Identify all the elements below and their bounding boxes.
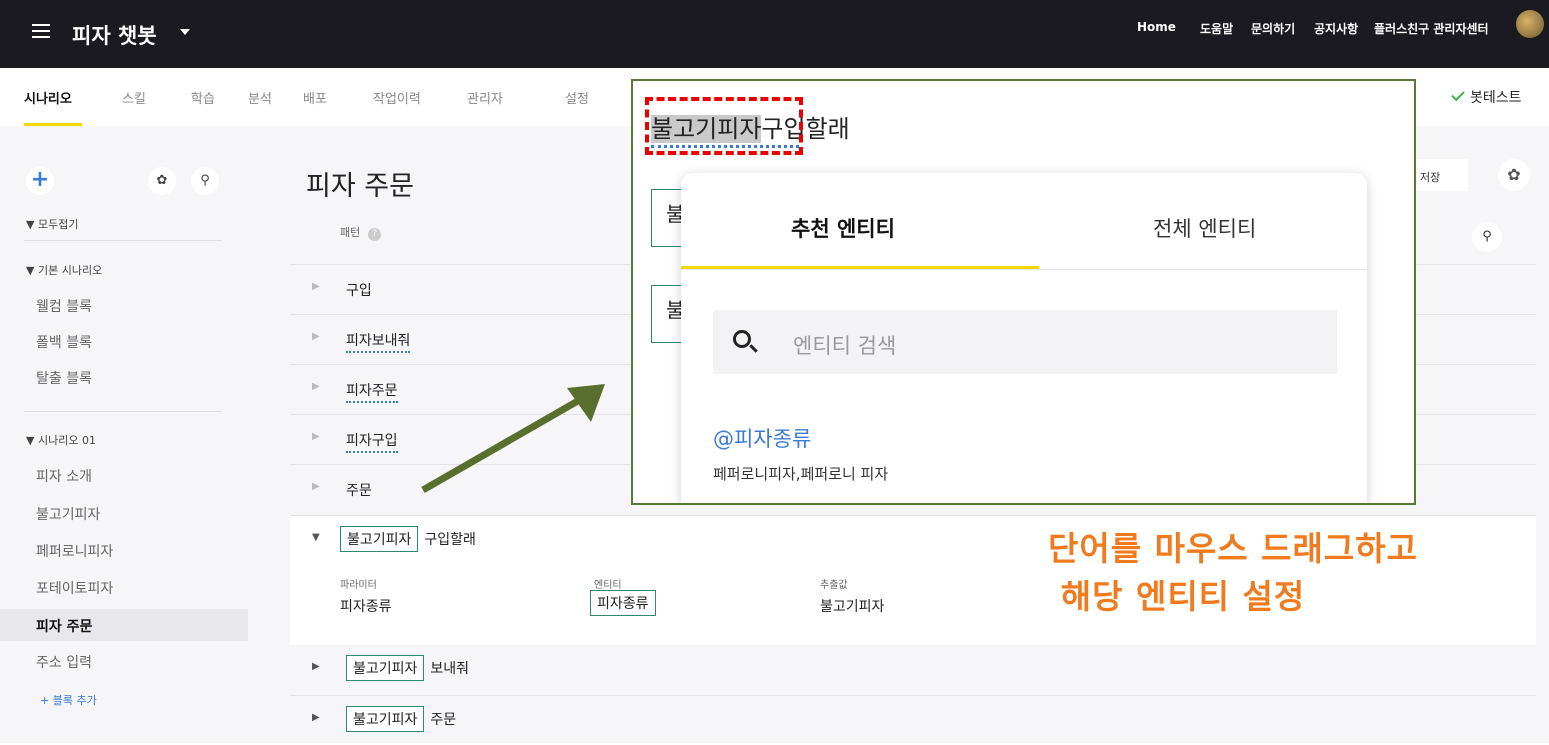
entity-tag[interactable]: 불고기피자 — [340, 526, 419, 552]
entity-header: 엔티티 — [594, 580, 622, 591]
chevron-right-icon[interactable]: ▶ — [312, 481, 320, 492]
sidebar-item-potato[interactable]: 포테이토피자 — [36, 578, 113, 598]
tab-analysis[interactable]: 분석 — [248, 88, 272, 107]
sidebar-item-pizza-order[interactable]: 피자 주문 — [36, 616, 92, 636]
search-icon[interactable]: ⚲ — [191, 167, 219, 195]
tab-deploy[interactable]: 배포 — [303, 88, 327, 107]
chevron-right-icon[interactable]: ▶ — [312, 431, 320, 442]
inquiry-link[interactable]: 문의하기 — [1251, 20, 1295, 37]
sidebar-item-bulgogi[interactable]: 불고기피자 — [36, 504, 100, 524]
entity-value-tag[interactable]: 피자종류 — [590, 590, 656, 616]
sidebar: + ✿ ⚲ ▼ 모두접기 ▼ 기본 시나리오 웰컴 블록 폴백 블록 탈출 블록… — [0, 126, 248, 743]
plusfriend-admin-link[interactable]: 플러스친구 관리자센터 — [1374, 20, 1489, 37]
add-scenario-button[interactable]: + — [26, 167, 54, 195]
pattern-row[interactable]: ▶ 불고기피자 주문 — [290, 695, 1536, 745]
entity-tag[interactable]: 불고기피자 — [346, 655, 425, 681]
tab-history[interactable]: 작업이력 — [373, 88, 421, 107]
gear-icon[interactable]: ✿ — [148, 167, 176, 195]
pattern-header: 패턴? — [340, 224, 382, 241]
param-header: 파라미터 — [340, 580, 377, 591]
divider — [24, 240, 222, 241]
sidebar-item-pepperoni[interactable]: 페퍼로니피자 — [36, 541, 113, 561]
add-block-link[interactable]: + 블록 추가 — [40, 692, 97, 708]
hamburger-menu-icon[interactable] — [32, 24, 50, 40]
check-icon — [1451, 87, 1465, 102]
search-placeholder: 엔티티 검색 — [793, 334, 897, 358]
entity-search-input[interactable]: 엔티티 검색 — [713, 310, 1337, 374]
tab-admin[interactable]: 관리자 — [467, 88, 503, 107]
pattern-search-icon[interactable]: ⚲ — [1472, 222, 1502, 252]
chevron-right-icon[interactable]: ▶ — [312, 712, 320, 723]
avatar[interactable] — [1516, 10, 1544, 38]
entity-option-values: 페퍼로니피자,페퍼로니 피자 — [713, 465, 889, 483]
tab-all-entities[interactable]: 전체 엔티티 — [1153, 213, 1256, 243]
entity-option-name[interactable]: @피자종류 — [713, 423, 811, 453]
pattern-text: 구입할래 — [424, 532, 476, 548]
annotation-arrow — [421, 384, 605, 494]
divider — [24, 411, 222, 412]
dotted-underline — [651, 145, 799, 148]
tab-scenario[interactable]: 시나리오 — [24, 88, 72, 107]
bottest-label: 봇테스트 — [1470, 90, 1522, 106]
chevron-down-icon[interactable]: ▼ — [312, 532, 320, 543]
chevron-right-icon[interactable]: ▶ — [312, 661, 320, 672]
chevron-down-icon[interactable] — [180, 29, 190, 35]
annotation-line-1: 단어를 마우스 드래그하고 — [1048, 529, 1418, 568]
group-basic-scenario[interactable]: ▼ 기본 시나리오 — [26, 262, 102, 278]
search-icon — [733, 330, 751, 348]
zoomed-entity-popup: 불고기피자구입할래 불 불 추천 엔티티 전체 엔티티 엔티티 검색 @피자종류… — [631, 79, 1416, 505]
tab-skill[interactable]: 스킬 — [122, 88, 146, 107]
page-title: 피자 주문 — [306, 171, 414, 202]
collapse-all-toggle[interactable]: ▼ 모두접기 — [26, 216, 78, 232]
sidebar-item-fallback[interactable]: 폴백 블록 — [36, 332, 92, 352]
settings-gear-icon[interactable]: ✿ — [1498, 159, 1530, 191]
chevron-right-icon[interactable]: ▶ — [312, 381, 320, 392]
param-value: 피자종류 — [340, 599, 392, 615]
entity-picker-panel: 추천 엔티티 전체 엔티티 엔티티 검색 @피자종류 페퍼로니피자,페퍼로니 피… — [681, 173, 1367, 503]
value-header: 추출값 — [820, 580, 848, 591]
help-link[interactable]: 도움말 — [1200, 20, 1233, 37]
save-button[interactable]: 저장 — [1412, 159, 1468, 191]
group-scenario-01[interactable]: ▼ 시나리오 01 — [26, 432, 96, 448]
sidebar-item-exit[interactable]: 탈출 블록 — [36, 368, 92, 388]
chevron-right-icon[interactable]: ▶ — [312, 331, 320, 342]
home-link[interactable]: Home — [1137, 20, 1176, 34]
sidebar-item-pizza-intro[interactable]: 피자 소개 — [36, 466, 92, 486]
app-title[interactable]: 피자 챗봇 — [72, 20, 157, 50]
notice-link[interactable]: 공지사항 — [1314, 20, 1358, 37]
extract-value: 불고기피자 — [820, 599, 885, 615]
chevron-right-icon[interactable]: ▶ — [312, 281, 320, 292]
divider — [681, 269, 1367, 270]
help-icon[interactable]: ? — [368, 228, 382, 241]
annotation-line-2: 해당 엔티티 설정 — [1060, 577, 1306, 616]
tab-learning[interactable]: 학습 — [191, 88, 215, 107]
entity-tag[interactable]: 불고기피자 — [346, 706, 425, 732]
pattern-row[interactable]: ▶ 불고기피자 보내줘 — [290, 645, 1536, 695]
tab-settings[interactable]: 설정 — [565, 88, 589, 107]
bottest-button[interactable]: 봇테스트 — [1451, 87, 1522, 107]
sidebar-item-address[interactable]: 주소 입력 — [36, 652, 92, 672]
tab-recommended-entities[interactable]: 추천 엔티티 — [791, 213, 895, 243]
sidebar-item-welcome[interactable]: 웰컴 블록 — [36, 296, 92, 316]
top-bar: 피자 챗봇 Home 도움말 문의하기 공지사항 플러스친구 관리자센터 — [0, 0, 1549, 68]
